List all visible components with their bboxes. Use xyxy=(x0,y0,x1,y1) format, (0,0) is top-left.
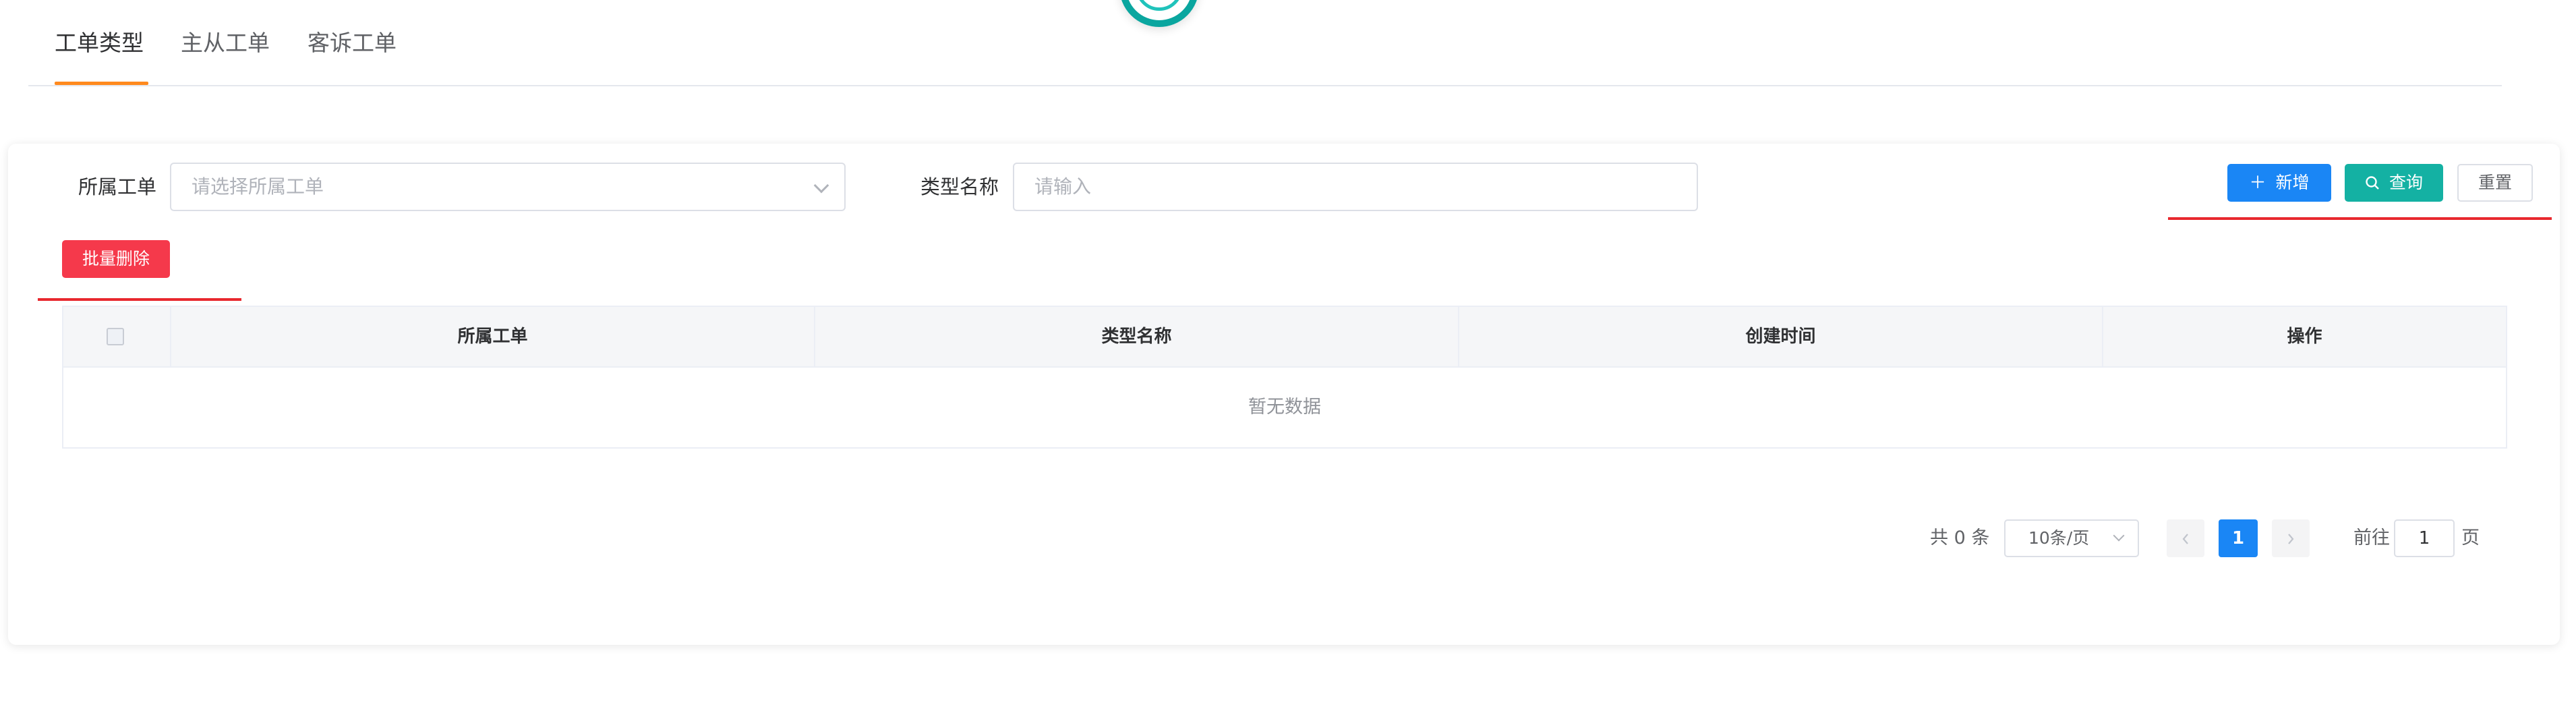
type-name-input[interactable]: 请输入 xyxy=(1013,163,1698,211)
reset-button[interactable]: 重置 xyxy=(2457,164,2533,202)
order-select-placeholder: 请选择所属工单 xyxy=(192,175,324,198)
annotation-underline xyxy=(38,298,241,301)
add-button[interactable]: ＋新增 xyxy=(2227,164,2331,202)
tab-ticket-type[interactable]: 工单类型 xyxy=(55,28,144,58)
tab-bar: 工单类型 主从工单 客诉工单 xyxy=(28,0,2502,86)
select-all-cell xyxy=(63,307,171,366)
tab-master-slave-ticket[interactable]: 主从工单 xyxy=(181,28,270,58)
chevron-down-icon xyxy=(2113,530,2125,542)
active-tab-indicator xyxy=(55,82,148,85)
select-all-checkbox[interactable] xyxy=(107,328,124,345)
content-card: 所属工单 请选择所属工单 类型名称 请输入 ＋新增 查询 重置 批量删除 所属工… xyxy=(8,144,2560,645)
pagination-total: 共 0 条 xyxy=(1930,528,1990,548)
batch-delete-button[interactable]: 批量删除 xyxy=(62,240,170,278)
goto-label: 前往 xyxy=(2353,528,2390,548)
order-filter-label: 所属工单 xyxy=(78,175,157,198)
chevron-down-icon xyxy=(813,177,829,194)
page: 工单类型 主从工单 客诉工单 所属工单 请选择所属工单 类型名称 请输入 ＋新增… xyxy=(0,0,2576,711)
chevron-left-icon xyxy=(2182,534,2188,544)
empty-state-text: 暂无数据 xyxy=(1248,397,1321,418)
chevron-right-icon xyxy=(2288,534,2294,544)
next-page-button[interactable] xyxy=(2272,519,2310,557)
ticket-type-table: 所属工单 类型名称 创建时间 操作 暂无数据 xyxy=(62,306,2507,449)
plus-icon: ＋ xyxy=(2249,173,2266,192)
column-header: 操作 xyxy=(2287,326,2322,347)
tab-complaint-ticket[interactable]: 客诉工单 xyxy=(308,28,397,58)
annotation-underline xyxy=(2168,217,2552,220)
page-size-value: 10条/页 xyxy=(2028,528,2090,548)
column-header: 创建时间 xyxy=(1459,307,2103,366)
order-select[interactable]: 请选择所属工单 xyxy=(170,163,846,211)
goto-page-input[interactable]: 1 xyxy=(2394,519,2455,557)
page-number-current[interactable]: 1 xyxy=(2219,519,2258,557)
type-name-placeholder: 请输入 xyxy=(1034,175,1092,198)
table-header: 所属工单 类型名称 创建时间 操作 xyxy=(63,307,2506,368)
query-button[interactable]: 查询 xyxy=(2345,164,2443,202)
prev-page-button[interactable] xyxy=(2167,519,2204,557)
column-header: 所属工单 xyxy=(171,307,815,366)
type-name-label: 类型名称 xyxy=(920,175,999,198)
page-size-select[interactable]: 10条/页 xyxy=(2004,519,2139,557)
column-header: 类型名称 xyxy=(815,307,1459,366)
page-suffix-label: 页 xyxy=(2461,528,2480,548)
search-icon xyxy=(2365,164,2380,202)
